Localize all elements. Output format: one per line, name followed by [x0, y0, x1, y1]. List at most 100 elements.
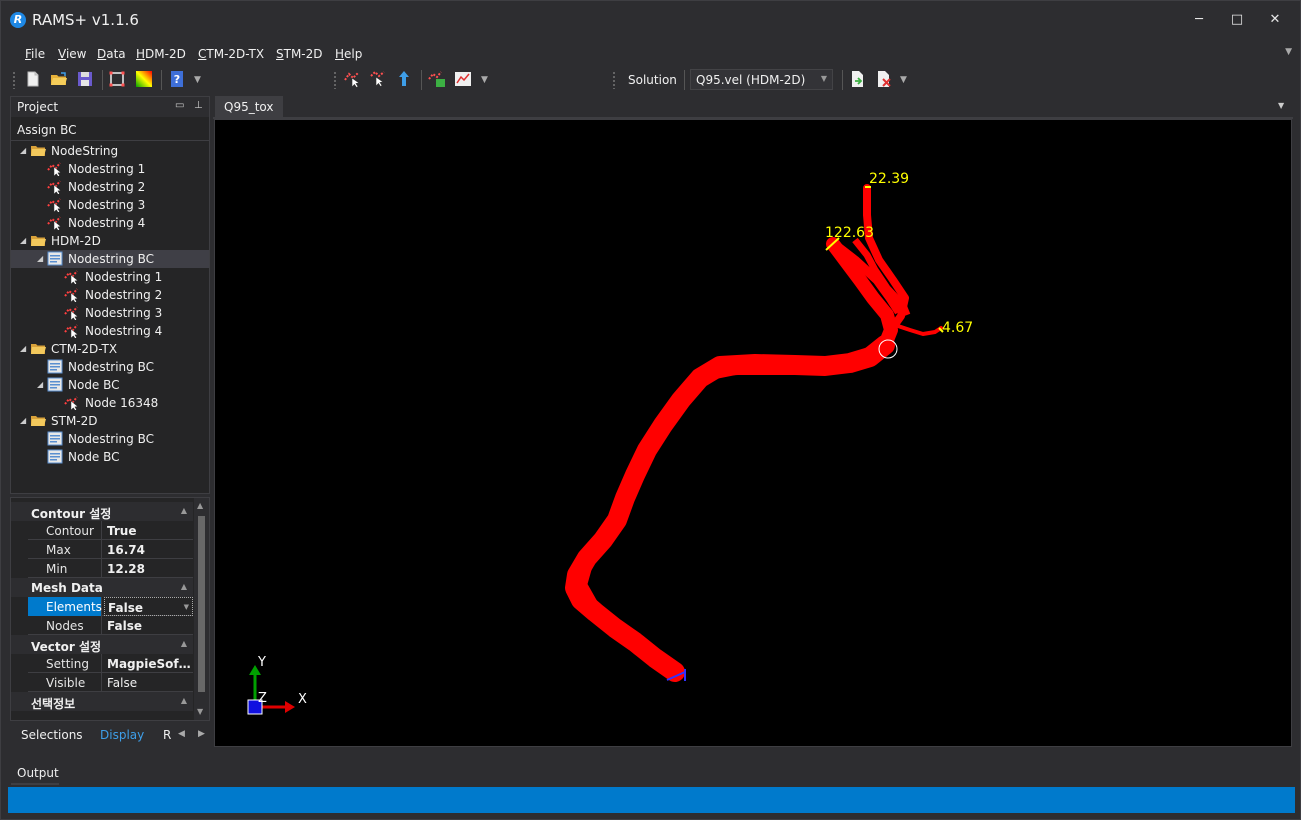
- collapse-icon[interactable]: ▲: [181, 639, 187, 648]
- pin-icon[interactable]: ⊥: [194, 100, 203, 111]
- menu-stm-2d[interactable]: STM-2D: [276, 47, 323, 61]
- tree-item-nodestring-4[interactable]: Nodestring 4: [11, 322, 209, 340]
- tree-item-nodestring-2[interactable]: Nodestring 2: [11, 178, 209, 196]
- solution-select[interactable]: Q95.vel (HDM-2D) ▼: [690, 69, 833, 90]
- maximize-panel-icon[interactable]: ▭: [175, 100, 184, 111]
- toolbar-overflow-icon[interactable]: ▼: [194, 75, 201, 85]
- open-folder-icon[interactable]: [50, 70, 68, 88]
- tree-item-nodestring-3[interactable]: Nodestring 3: [11, 304, 209, 322]
- scroll-up-icon[interactable]: ▲: [197, 501, 203, 510]
- property-category[interactable]: Contour 설정 ▲: [11, 502, 193, 521]
- document-list-dropdown-icon[interactable]: ▼: [1278, 101, 1284, 110]
- color-palette-icon[interactable]: [135, 70, 153, 88]
- help-book-icon[interactable]: ?: [168, 70, 186, 88]
- menu-ctm-2d-tx[interactable]: CTM-2D-TX: [198, 47, 264, 61]
- tree-item-nodestring-3[interactable]: Nodestring 3: [11, 196, 209, 214]
- tab-selections[interactable]: Selections: [21, 728, 83, 742]
- property-value[interactable]: False: [104, 673, 193, 692]
- minimize-button[interactable]: ─: [1184, 9, 1214, 31]
- tree-expand-icon[interactable]: ◢: [37, 254, 43, 263]
- property-value[interactable]: False ▼: [104, 597, 193, 616]
- scrollbar-thumb[interactable]: [198, 516, 205, 692]
- property-row[interactable]: Setting MagpieSof…: [28, 654, 193, 673]
- tree-item-stm-2d[interactable]: ◢ STM-2D: [11, 412, 209, 430]
- chevron-down-icon[interactable]: ▼: [184, 603, 189, 611]
- collapse-icon[interactable]: ▲: [181, 582, 187, 591]
- assign-bc-bar[interactable]: Assign BC: [11, 119, 209, 141]
- property-category[interactable]: Mesh Data ▲: [11, 578, 193, 597]
- output-panel-tab[interactable]: Output: [10, 761, 1295, 785]
- menu-view[interactable]: View: [58, 47, 86, 61]
- tree-item-nodestring-bc[interactable]: ◢ Nodestring BC: [11, 250, 209, 268]
- node-select-icon[interactable]: [395, 70, 413, 88]
- property-row[interactable]: Max 16.74: [28, 540, 193, 559]
- tree-item-nodestring-bc[interactable]: Nodestring BC: [11, 430, 209, 448]
- tab-r[interactable]: R: [163, 728, 171, 742]
- save-icon[interactable]: [76, 70, 94, 88]
- close-button[interactable]: ✕: [1260, 9, 1290, 31]
- tree-item-node-bc[interactable]: Node BC: [11, 448, 209, 466]
- menu-help[interactable]: Help: [335, 47, 362, 61]
- scroll-down-icon[interactable]: ▼: [197, 707, 203, 716]
- toolbar-overflow-icon[interactable]: ▼: [900, 75, 907, 85]
- tab-display[interactable]: Display: [100, 728, 144, 742]
- property-value[interactable]: MagpieSof…: [104, 654, 193, 673]
- delete-icon[interactable]: [875, 70, 893, 88]
- tree-item-node-16348[interactable]: Node 16348: [11, 394, 209, 412]
- nodestring-add-icon[interactable]: [343, 70, 361, 88]
- solution-label: Solution: [628, 73, 677, 87]
- tree-item-nodestring-4[interactable]: Nodestring 4: [11, 214, 209, 232]
- toolbar-grip[interactable]: [333, 71, 337, 89]
- tree-item-nodestring-1[interactable]: Nodestring 1: [11, 268, 209, 286]
- property-value[interactable]: True: [104, 521, 193, 540]
- properties-scrollbar[interactable]: ▲ ▼: [194, 498, 209, 720]
- menu-overflow-icon[interactable]: ▼: [1285, 47, 1292, 57]
- toolbar-overflow-icon[interactable]: ▼: [481, 75, 488, 85]
- property-category[interactable]: Vector 설정 ▲: [11, 635, 193, 654]
- tree-item-nodestring-bc[interactable]: Nodestring BC: [11, 358, 209, 376]
- tree-item-node-bc[interactable]: ◢ Node BC: [11, 376, 209, 394]
- property-row[interactable]: Nodes False: [28, 616, 193, 635]
- document-tab[interactable]: Q95_tox: [215, 96, 283, 117]
- property-row[interactable]: Contour True: [28, 521, 193, 540]
- tree-item-nodestring-2[interactable]: Nodestring 2: [11, 286, 209, 304]
- collapse-icon[interactable]: ▲: [181, 506, 187, 515]
- tree-expand-icon[interactable]: ◢: [20, 146, 26, 155]
- project-panel: Project ▭ ⊥ Assign BC ◢ NodeString Nodestr…: [10, 96, 210, 494]
- property-row[interactable]: Min 12.28: [28, 559, 193, 578]
- tree-item-hdm-2d[interactable]: ◢ HDM-2D: [11, 232, 209, 250]
- collapse-icon[interactable]: ▲: [181, 696, 187, 705]
- property-row[interactable]: Visible False: [28, 673, 193, 692]
- nodestring-icon: [64, 323, 80, 339]
- tree-item-label: Nodestring 4: [85, 324, 163, 338]
- property-value[interactable]: 12.28: [104, 559, 193, 578]
- property-category[interactable]: 선택정보 ▲: [11, 692, 193, 711]
- nodestring-bc-icon[interactable]: [428, 70, 446, 88]
- menu-file[interactable]: File: [25, 47, 45, 61]
- toolbar-grip[interactable]: [12, 71, 16, 89]
- property-value[interactable]: False: [104, 616, 193, 635]
- menu-hdm-2d[interactable]: HDM-2D: [136, 47, 186, 61]
- menu-data[interactable]: Data: [97, 47, 126, 61]
- property-row[interactable]: Elements False ▼: [28, 597, 193, 616]
- tree-item-nodestring-1[interactable]: Nodestring 1: [11, 160, 209, 178]
- toolbar-grip[interactable]: [612, 71, 616, 89]
- map-viewport[interactable]: 22.39 122.63 4.67 Y Z X: [214, 119, 1292, 747]
- graph-icon[interactable]: [454, 70, 472, 88]
- maximize-button[interactable]: □: [1222, 9, 1252, 31]
- select-region-icon[interactable]: [108, 70, 126, 88]
- river-mesh-canvas[interactable]: 22.39 122.63 4.67 Y Z X: [215, 120, 1291, 746]
- tree-item-label: Node BC: [68, 450, 120, 464]
- tab-scroll-left-icon[interactable]: ◀: [178, 729, 185, 739]
- property-value[interactable]: 16.74: [104, 540, 193, 559]
- tree-expand-icon[interactable]: ◢: [37, 380, 43, 389]
- export-icon[interactable]: [849, 70, 867, 88]
- tab-scroll-right-icon[interactable]: ▶: [198, 729, 205, 739]
- tree-expand-icon[interactable]: ◢: [20, 416, 26, 425]
- nodestring-edit-icon[interactable]: [369, 70, 387, 88]
- tree-expand-icon[interactable]: ◢: [20, 236, 26, 245]
- new-file-icon[interactable]: [24, 70, 42, 88]
- tree-item-nodestring[interactable]: ◢ NodeString: [11, 142, 209, 160]
- tree-expand-icon[interactable]: ◢: [20, 344, 26, 353]
- tree-item-ctm-2d-tx[interactable]: ◢ CTM-2D-TX: [11, 340, 209, 358]
